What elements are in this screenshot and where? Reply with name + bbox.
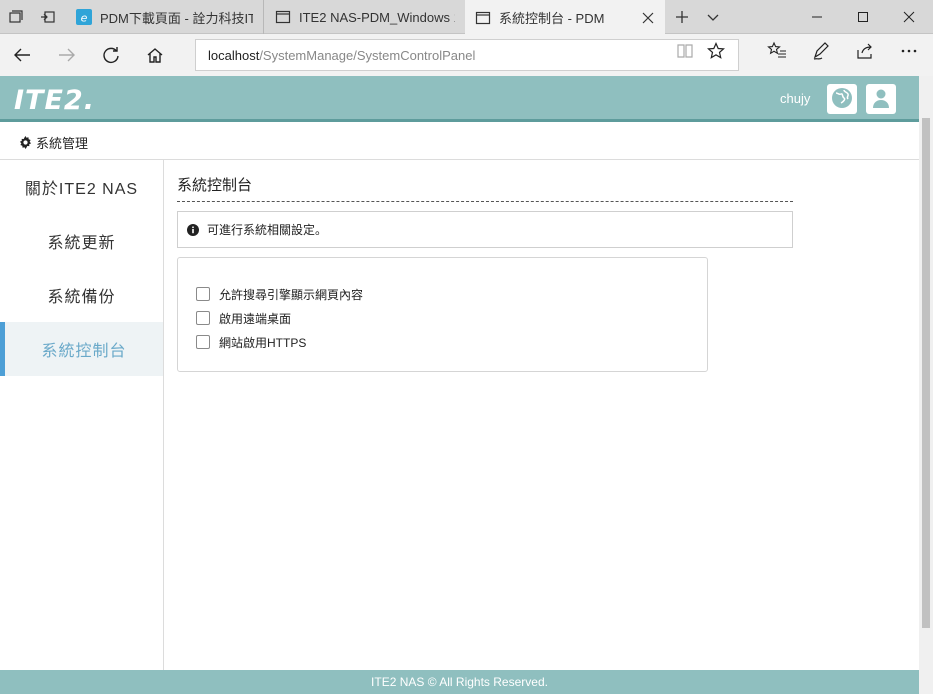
share-icon[interactable] xyxy=(855,41,875,61)
globe-language-button[interactable] xyxy=(827,84,857,114)
home-icon[interactable] xyxy=(143,43,167,67)
option-https[interactable]: 網站啟用HTTPS xyxy=(196,330,707,354)
sidebar-item-about[interactable]: 關於ITE2 NAS xyxy=(0,160,163,214)
footer-text: ITE2 NAS © All Rights Reserved. xyxy=(371,675,548,689)
web-page: ITE2. chujy 系統管理 關於ITE2 NAS 系統更新 系統備份 系統… xyxy=(0,76,919,694)
favorite-star-icon[interactable] xyxy=(706,41,726,61)
breadcrumb-label[interactable]: 系統管理 xyxy=(36,133,88,152)
minimize-window-icon[interactable] xyxy=(794,0,840,34)
page-icon xyxy=(475,10,491,26)
https-checkbox[interactable] xyxy=(196,335,210,349)
sidebar-item-update[interactable]: 系統更新 xyxy=(0,214,163,268)
option-label: 啟用遠端桌面 xyxy=(219,311,292,326)
breadcrumb: 系統管理 xyxy=(0,125,919,160)
option-label: 網站啟用HTTPS xyxy=(219,335,307,350)
username[interactable]: chujy xyxy=(780,91,810,106)
page-icon xyxy=(275,9,291,25)
sidebar-item-label: 系統備份 xyxy=(47,289,116,306)
reading-view-icon[interactable] xyxy=(675,41,695,61)
option-remote-desktop[interactable]: 啟用遠端桌面 xyxy=(196,306,707,330)
search-engine-checkbox[interactable] xyxy=(196,287,210,301)
info-circle-icon xyxy=(187,223,199,236)
url-input[interactable]: localhost/SystemManage/SystemControlPane… xyxy=(195,39,739,71)
url-path: /SystemManage/SystemControlPanel xyxy=(259,47,476,63)
browser-tab-bar: e PDM下載頁面 - 詮力科技ITE ITE2 NAS-PDM_Windows… xyxy=(0,0,933,35)
user-profile-button[interactable] xyxy=(866,84,896,114)
close-tab-icon[interactable] xyxy=(641,11,655,25)
sidebar-item-control-panel[interactable]: 系統控制台 xyxy=(0,322,163,376)
page-title: 系統控制台 xyxy=(177,174,793,202)
tab-list-icon[interactable] xyxy=(6,7,26,27)
tab-title: 系統控制台 - PDM xyxy=(499,11,605,26)
app-header: ITE2. chujy xyxy=(0,76,919,122)
browser-address-bar: localhost/SystemManage/SystemControlPane… xyxy=(0,34,933,76)
scrollbar-thumb[interactable] xyxy=(922,118,930,628)
svg-text:e: e xyxy=(81,12,88,25)
ite2-logo[interactable]: ITE2. xyxy=(14,85,95,116)
info-text: 可進行系統相關設定。 xyxy=(207,223,328,237)
options-panel: 允許搜尋引擎顯示網頁內容 啟用遠端桌面 網站啟用HTTPS xyxy=(177,257,708,372)
forward-arrow-icon[interactable] xyxy=(55,43,79,67)
maximize-window-icon[interactable] xyxy=(840,0,886,34)
url-host: localhost xyxy=(208,47,260,63)
main-content: 系統控制台 可進行系統相關設定。 允許搜尋引擎顯示網頁內容 啟用遠端桌面 網站啟… xyxy=(177,160,797,372)
browser-tab-1[interactable]: e PDM下載頁面 - 詮力科技ITE xyxy=(66,0,264,34)
sidebar-item-label: 系統更新 xyxy=(47,235,116,252)
vertical-scrollbar[interactable] xyxy=(919,76,933,694)
close-window-icon[interactable] xyxy=(886,0,932,34)
tab-title: PDM下載頁面 - 詮力科技ITE xyxy=(100,10,253,26)
sidebar-item-backup[interactable]: 系統備份 xyxy=(0,268,163,322)
edge-page-icon: e xyxy=(76,9,92,25)
option-search-engine[interactable]: 允許搜尋引擎顯示網頁內容 xyxy=(196,282,707,306)
footer: ITE2 NAS © All Rights Reserved. xyxy=(0,670,919,694)
gear-icon xyxy=(19,135,32,149)
globe-icon xyxy=(830,86,854,113)
info-alert: 可進行系統相關設定。 xyxy=(177,211,793,248)
user-icon xyxy=(870,87,892,112)
more-options-icon[interactable] xyxy=(899,41,919,61)
new-tab-icon[interactable] xyxy=(672,7,692,27)
chevron-down-icon[interactable] xyxy=(703,7,723,27)
pen-note-icon[interactable] xyxy=(811,41,831,61)
browser-tab-3-active[interactable]: 系統控制台 - PDM xyxy=(465,0,665,35)
browser-tab-2[interactable]: ITE2 NAS-PDM_Windows 1( xyxy=(265,0,465,34)
tab-title: ITE2 NAS-PDM_Windows 1( xyxy=(299,9,455,25)
refresh-icon[interactable] xyxy=(99,43,123,67)
set-tabs-aside-icon[interactable] xyxy=(38,7,58,27)
option-label: 允許搜尋引擎顯示網頁內容 xyxy=(219,287,364,302)
sidebar-item-label: 關於ITE2 NAS xyxy=(24,181,139,198)
sidebar: 關於ITE2 NAS 系統更新 系統備份 系統控制台 xyxy=(0,160,164,670)
sidebar-item-label: 系統控制台 xyxy=(41,343,127,360)
back-arrow-icon[interactable] xyxy=(10,43,34,67)
favorites-hub-icon[interactable] xyxy=(767,41,787,61)
remote-desktop-checkbox[interactable] xyxy=(196,311,210,325)
